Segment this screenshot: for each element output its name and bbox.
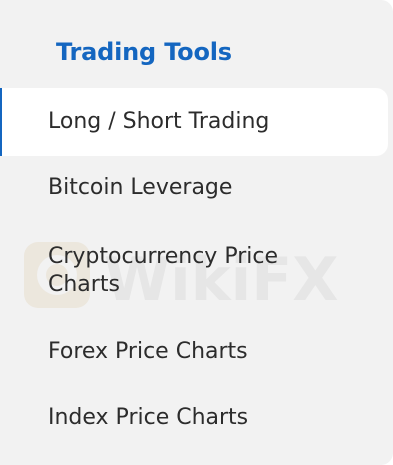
trading-tools-panel: WikiFX Trading Tools Long / Short Tradin… [0,0,393,465]
sidebar-item-label: Long / Short Trading [48,109,270,134]
sidebar-item-long-short-trading[interactable]: Long / Short Trading [0,88,388,156]
sidebar-item-label: Cryptocurrency Price Charts [48,244,278,297]
sidebar-item-index-price-charts[interactable]: Index Price Charts [0,404,388,436]
sidebar-item-label: Index Price Charts [48,405,249,430]
sidebar-item-label: Forex Price Charts [48,339,248,364]
sidebar-item-cryptocurrency-price-charts[interactable]: Cryptocurrency Price Charts [0,243,388,301]
sidebar-item-label: Bitcoin Leverage [48,175,233,200]
sidebar-item-forex-price-charts[interactable]: Forex Price Charts [0,338,388,370]
sidebar-item-bitcoin-leverage[interactable]: Bitcoin Leverage [0,174,388,206]
section-title: Trading Tools [56,38,232,66]
